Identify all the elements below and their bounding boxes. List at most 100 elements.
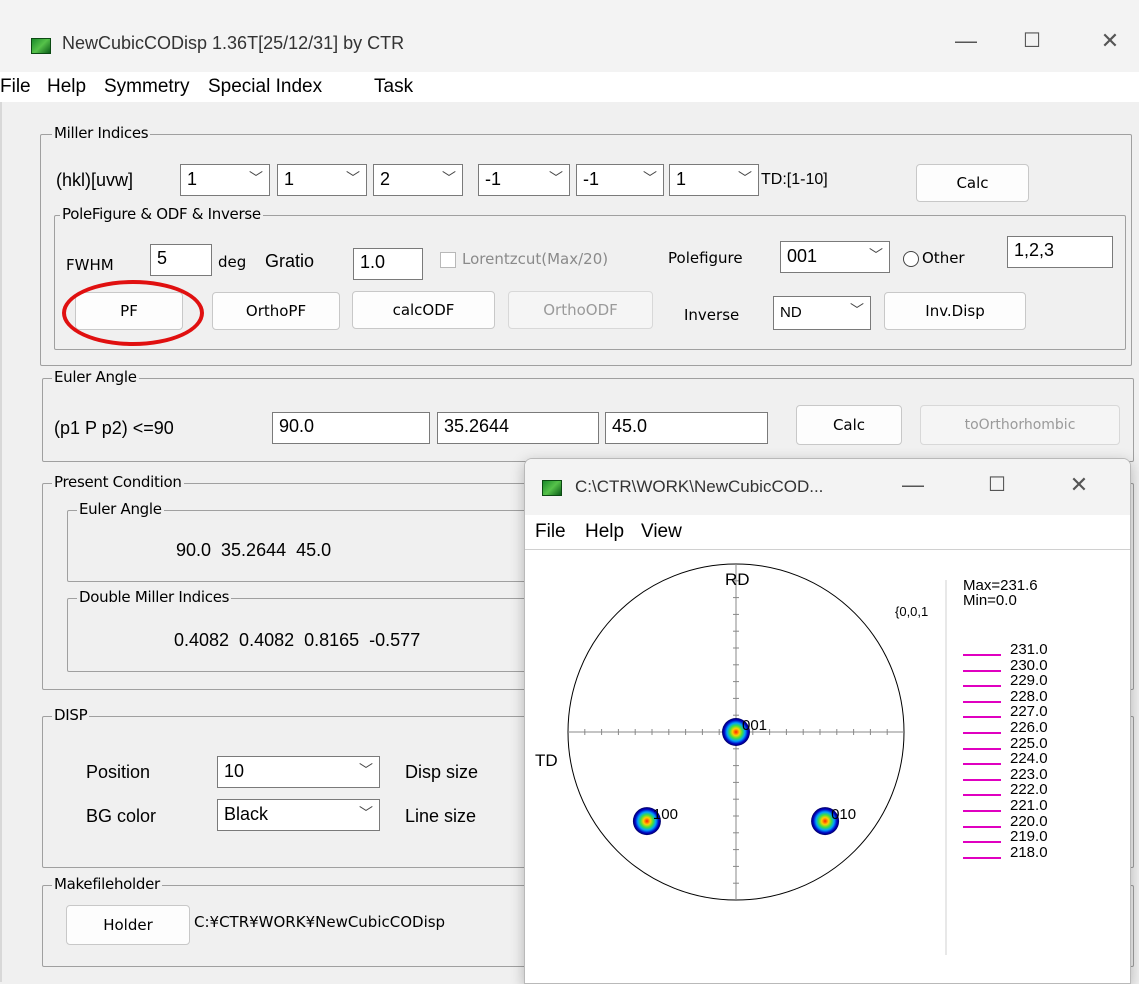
legend-swatch xyxy=(963,810,1001,812)
dmi-value: 0.4082 0.4082 0.8165 -0.577 xyxy=(174,630,421,650)
holder-button[interactable]: Holder xyxy=(66,905,190,945)
chevron-down-icon: ﹀ xyxy=(249,170,263,186)
legend-swatch xyxy=(963,654,1001,656)
legend-value: 221.0 xyxy=(1010,797,1048,814)
polefigure-poles: 001 100 010 xyxy=(632,717,856,836)
max-text: Max=231.6 xyxy=(963,577,1038,594)
child-app-icon xyxy=(542,480,562,496)
close-button[interactable]: ✕ xyxy=(1090,28,1130,54)
position-select[interactable]: 10 ﹀ xyxy=(217,756,380,788)
invdisp-button[interactable]: Inv.Disp xyxy=(884,292,1026,330)
chevron-down-icon: ﹀ xyxy=(549,170,563,186)
legend-swatch xyxy=(963,685,1001,688)
chevron-down-icon: ﹀ xyxy=(346,170,360,186)
legend-value: 229.0 xyxy=(1010,672,1048,690)
legend-swatch xyxy=(963,856,1001,859)
u-select[interactable]: -1 ﹀ xyxy=(478,164,570,196)
child-menu-view[interactable]: View xyxy=(641,521,682,543)
dmi-label: Double Miller Indices xyxy=(77,588,232,606)
legend-value: 230.0 xyxy=(1010,656,1048,674)
v-select[interactable]: -1 ﹀ xyxy=(576,164,664,196)
pole-label: 100 xyxy=(653,806,678,823)
highlight-ring xyxy=(62,280,204,346)
child-minimize-button[interactable]: — xyxy=(893,472,933,498)
holder-path: C:¥CTR¥WORK¥NewCubicCODisp xyxy=(194,913,446,931)
phi2-input[interactable]: 45.0 xyxy=(605,412,768,444)
child-close-button[interactable]: ✕ xyxy=(1059,472,1099,498)
legend-value: 220.0 xyxy=(1010,812,1048,830)
menu-task[interactable]: Task xyxy=(374,76,413,98)
menu-special-index[interactable]: Special Index xyxy=(208,76,322,98)
h-select[interactable]: 1 ﹀ xyxy=(180,164,270,196)
polefigure-label: Polefigure xyxy=(668,249,743,267)
legend-value: 222.0 xyxy=(1010,781,1048,799)
left-edge xyxy=(0,102,2,982)
hkl-label: (hkl)[uvw] xyxy=(56,170,134,190)
lorentz-label: Lorentzcut(Max/20) xyxy=(462,250,609,268)
app-icon xyxy=(31,38,51,54)
to-orthorhombic-button[interactable]: toOrthorhombic xyxy=(920,405,1120,445)
chevron-down-icon: ﹀ xyxy=(359,805,373,821)
legend-value: 226.0 xyxy=(1010,719,1048,736)
linesize-label: Line size xyxy=(405,806,477,826)
euler-calc-button[interactable]: Calc xyxy=(796,405,902,445)
orthoodf-button[interactable]: OrthoODF xyxy=(508,291,653,329)
present-euler-label: Euler Angle xyxy=(77,500,164,518)
minimize-button[interactable]: — xyxy=(946,28,986,54)
rd-label: RD xyxy=(725,570,750,589)
child-window-title: C:\CTR\WORK\NewCubicCOD... xyxy=(575,477,824,496)
bgcolor-label: BG color xyxy=(86,806,157,826)
child-menu-file[interactable]: File xyxy=(535,521,566,543)
legend-swatch xyxy=(963,732,1001,734)
w-select[interactable]: 1 ﹀ xyxy=(669,164,759,196)
orthopf-button[interactable]: OrthoPF xyxy=(212,292,340,330)
other-radio[interactable] xyxy=(903,251,919,267)
menu-symmetry[interactable]: Symmetry xyxy=(104,76,190,98)
bgcolor-select[interactable]: Black ﹀ xyxy=(217,799,380,831)
k-select[interactable]: 1 ﹀ xyxy=(277,164,367,196)
lorentz-checkbox[interactable] xyxy=(440,252,456,268)
phi1-input[interactable]: 90.0 xyxy=(272,412,430,444)
makefile-group-label: Makefileholder xyxy=(52,875,162,893)
l-select[interactable]: 2 ﹀ xyxy=(373,164,463,196)
child-menu-help[interactable]: Help xyxy=(585,521,624,543)
legend-swatch xyxy=(963,763,1001,766)
position-label: Position xyxy=(86,762,151,782)
child-maximize-button[interactable]: ☐ xyxy=(977,472,1017,497)
other-label: Other xyxy=(922,249,965,267)
maximize-button[interactable]: ☐ xyxy=(1012,28,1052,53)
present-group-label: Present Condition xyxy=(52,473,184,491)
pole-label: 001 xyxy=(742,717,767,734)
calcodf-button[interactable]: calcODF xyxy=(352,291,495,329)
legend-swatch xyxy=(963,794,1001,797)
min-text: Min=0.0 xyxy=(963,592,1017,609)
chevron-down-icon: ﹀ xyxy=(643,170,657,186)
menu-help[interactable]: Help xyxy=(47,76,86,98)
fwhm-label: FWHM xyxy=(66,256,114,274)
polefigure-select[interactable]: 001 ﹀ xyxy=(780,241,890,273)
legend-swatch xyxy=(963,747,1001,750)
other-input[interactable]: 1,2,3 xyxy=(1007,236,1113,268)
chevron-down-icon: ﹀ xyxy=(850,302,864,318)
chevron-down-icon: ﹀ xyxy=(442,170,456,186)
gratio-label: Gratio xyxy=(265,251,315,271)
pole-group-label: PoleFigure & ODF & Inverse xyxy=(60,205,263,223)
legend-value: 225.0 xyxy=(1010,734,1048,752)
gratio-input[interactable]: 1.0 xyxy=(353,248,423,280)
disp-group-label: DISP xyxy=(52,706,90,724)
legend-swatch xyxy=(963,669,1001,672)
legend-swatch xyxy=(963,778,1001,781)
legend-value: 219.0 xyxy=(1010,828,1048,846)
legend-value: 218.0 xyxy=(1010,843,1048,861)
euler-group-label: Euler Angle xyxy=(52,368,139,386)
menu-file[interactable]: File xyxy=(0,76,31,98)
chevron-down-icon: ﹀ xyxy=(359,762,373,778)
inverse-select[interactable]: ND ﹀ xyxy=(773,296,871,330)
miller-calc-button[interactable]: Calc xyxy=(916,164,1029,202)
td-axis-label: TD xyxy=(535,751,558,770)
legend-swatch xyxy=(963,841,1001,844)
fwhm-input[interactable]: 5 xyxy=(150,244,212,276)
legend-value: 231.0 xyxy=(1010,641,1048,658)
legend-value: 227.0 xyxy=(1010,703,1048,721)
phi-input[interactable]: 35.2644 xyxy=(437,412,599,444)
